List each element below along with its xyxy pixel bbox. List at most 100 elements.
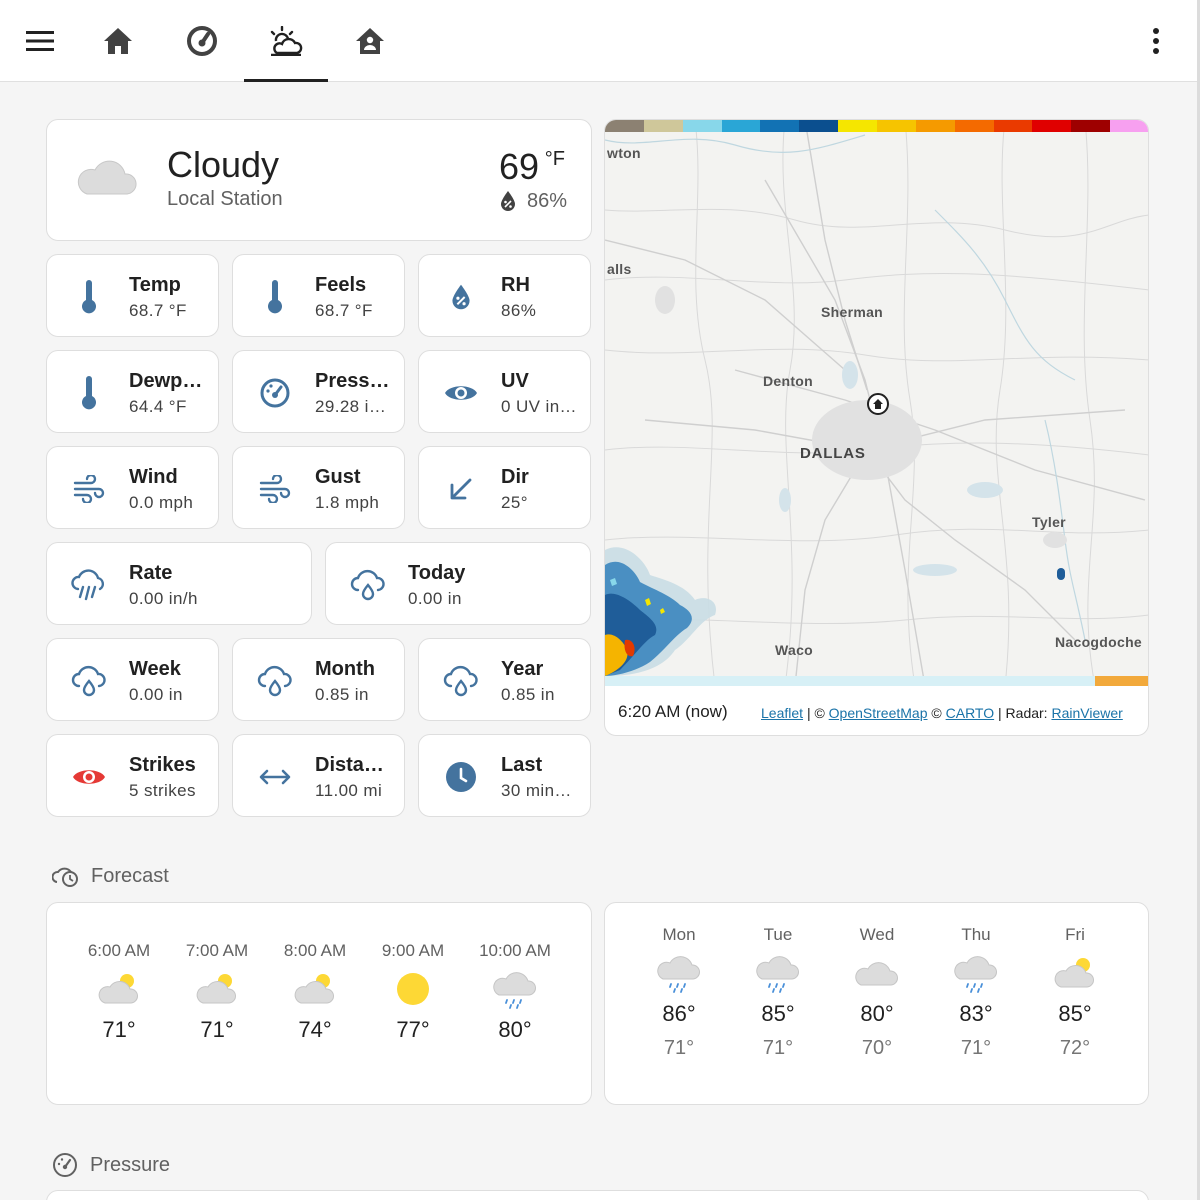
radar-map-card: wton alls Sherman Denton DALLAS Tyler Wa… — [604, 119, 1149, 736]
tile-value: 64.4 °F — [129, 397, 187, 416]
tile-rain-today[interactable]: Today 0.00 in — [325, 542, 591, 625]
carto-link[interactable]: CARTO — [946, 705, 995, 721]
tile-label: UV — [501, 370, 529, 392]
clock-icon — [441, 757, 481, 797]
tile-pressure[interactable]: Press… 29.28 i… — [232, 350, 405, 433]
forecast-high: 85° — [761, 1001, 795, 1026]
forecast-day: Fri — [1065, 925, 1085, 944]
cloudy-icon — [75, 150, 139, 203]
city-label: Sherman — [821, 304, 884, 320]
eye-alert-icon — [69, 757, 109, 797]
tile-label: Rate — [129, 562, 173, 584]
tile-dewpoint[interactable]: Dewp… 64.4 °F — [46, 350, 219, 433]
tab-house[interactable] — [348, 0, 392, 82]
top-app-bar — [0, 0, 1200, 82]
radar-color-legend — [605, 120, 1148, 132]
tile-value: 0.0 mph — [129, 493, 194, 512]
tile-last-strike[interactable]: Last 30 min… — [418, 734, 591, 817]
radar-map[interactable]: wton alls Sherman Denton DALLAS Tyler Wa… — [605, 120, 1148, 686]
tile-rain-rate[interactable]: Rate 0.00 in/h — [46, 542, 312, 625]
section-title: Forecast — [91, 864, 169, 887]
tile-wind[interactable]: Wind 0.0 mph — [46, 446, 219, 529]
tile-strikes[interactable]: Strikes 5 strikes — [46, 734, 219, 817]
city-label: DALLAS — [800, 445, 866, 462]
tab-gauge[interactable] — [180, 0, 224, 82]
tab-weather[interactable] — [262, 0, 310, 82]
tile-uv[interactable]: UV 0 UV in… — [418, 350, 591, 433]
legend-swatch — [877, 120, 916, 132]
tile-value: 0.00 in — [408, 589, 462, 608]
forecast-temp: 80° — [498, 1017, 532, 1042]
legend-swatch — [760, 120, 800, 132]
cloud-rain-drop-icon — [69, 661, 109, 701]
thermometer-icon — [69, 373, 109, 413]
weather-windy-icon — [69, 469, 109, 509]
rainy-icon — [631, 945, 727, 1001]
current-weather-card[interactable]: Cloudy Local Station 69 °F 86% — [46, 119, 592, 241]
tile-feels[interactable]: Feels 68.7 °F — [232, 254, 405, 337]
forecast-low: 70° — [861, 1037, 893, 1059]
thermometer-icon — [69, 277, 109, 317]
cloud-rain-drop-icon — [348, 565, 388, 605]
water-percent-icon — [499, 190, 517, 217]
city-label: Nacogdoche — [1055, 634, 1143, 650]
tile-distance[interactable]: Dista… 11.00 mi — [232, 734, 405, 817]
tile-label: Dewp… — [129, 370, 203, 392]
tile-rh[interactable]: RH 86% — [418, 254, 591, 337]
tile-value: 30 min… — [501, 781, 572, 800]
pressure-card[interactable] — [46, 1190, 1149, 1200]
tab-home[interactable] — [96, 0, 140, 82]
hourly-forecast-card[interactable]: 6:00 AM 71° 7:00 AM 71° 8:00 AM 74° 9:00… — [46, 902, 592, 1105]
forecast-temp: 71° — [102, 1017, 136, 1042]
speedometer-icon — [187, 26, 217, 56]
hamburger-menu-icon[interactable] — [18, 0, 62, 82]
tile-rain-year[interactable]: Year 0.85 in — [418, 638, 591, 721]
forecast-time: 8:00 AM — [283, 941, 347, 960]
rainviewer-link[interactable]: RainViewer — [1051, 705, 1122, 721]
arrow-left-right-icon — [255, 757, 295, 797]
tile-label: Week — [129, 658, 181, 680]
tile-rain-month[interactable]: Month 0.85 in — [232, 638, 405, 721]
tile-gust[interactable]: Gust 1.8 mph — [232, 446, 405, 529]
rainy-icon — [467, 961, 563, 1017]
map-attribution: Leaflet | © OpenStreetMap © CARTO | Rada… — [761, 705, 1123, 721]
city-label: Denton — [763, 373, 814, 389]
tile-label: Year — [501, 658, 544, 680]
city-label: alls — [607, 261, 632, 277]
legend-swatch — [954, 120, 994, 132]
tile-label: Strikes — [129, 754, 196, 776]
openstreetmap-link[interactable]: OpenStreetMap — [829, 705, 928, 721]
tile-label: Dista… — [315, 754, 384, 776]
tile-label: Month — [315, 658, 375, 680]
tile-value: 68.7 °F — [129, 301, 187, 320]
hourly-item: 9:00 AM 77° — [365, 941, 461, 1043]
tile-temp[interactable]: Temp 68.7 °F — [46, 254, 219, 337]
weather-windy-icon — [255, 469, 295, 509]
home-location-marker-icon[interactable] — [867, 393, 889, 415]
forecast-low: 71° — [960, 1037, 992, 1059]
legend-swatch — [1071, 120, 1111, 132]
forecast-high: 85° — [1058, 1001, 1092, 1026]
cloud-rain-drop-icon — [255, 661, 295, 701]
current-humidity: 86% — [526, 190, 567, 212]
daily-forecast-card[interactable]: Mon 86° 71° Tue 85° 71° Wed 80° 70° Thu … — [604, 902, 1149, 1105]
tile-label: Dir — [501, 466, 529, 488]
legend-swatch — [915, 120, 955, 132]
weather-cloudy-clock-icon — [52, 867, 78, 887]
leaflet-link[interactable]: Leaflet — [761, 705, 803, 721]
home-icon — [104, 28, 132, 54]
rainy-icon — [928, 945, 1024, 1001]
cloud-rain-drop-icon — [441, 661, 481, 701]
tile-value: 1.8 mph — [315, 493, 380, 512]
tile-direction[interactable]: Dir 25° — [418, 446, 591, 529]
partly-cloudy-icon — [1027, 945, 1123, 1001]
tile-label: Wind — [129, 466, 178, 488]
weather-pouring-icon — [69, 565, 109, 605]
hourly-item: 8:00 AM 74° — [267, 941, 363, 1043]
sunny-icon — [365, 961, 461, 1017]
tile-value: 86% — [501, 301, 537, 320]
dots-vertical-icon[interactable] — [1140, 0, 1172, 82]
tile-rain-week[interactable]: Week 0.00 in — [46, 638, 219, 721]
eye-icon — [441, 373, 481, 413]
radar-timeline[interactable] — [605, 676, 1148, 686]
